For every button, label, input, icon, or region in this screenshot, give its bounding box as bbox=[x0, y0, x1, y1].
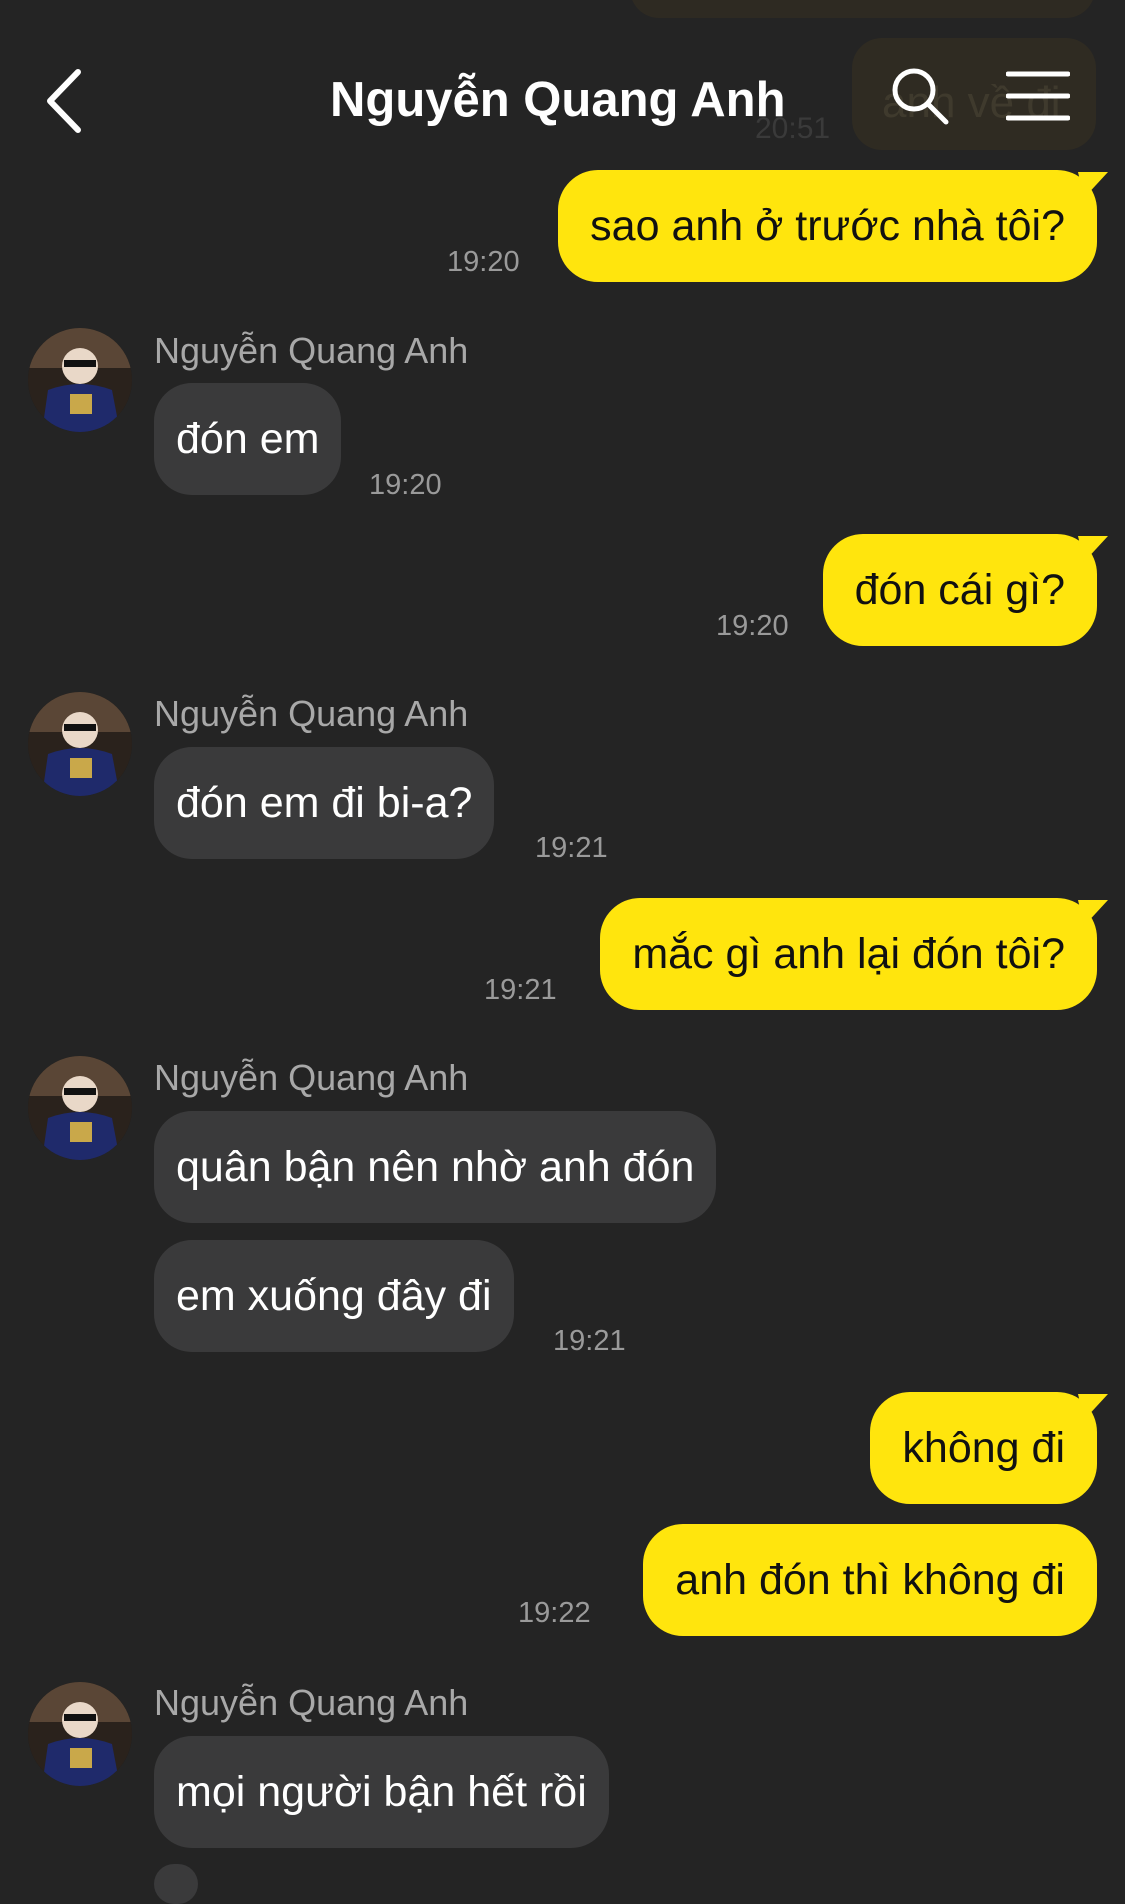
message-time: 19:21 bbox=[484, 974, 557, 1006]
search-icon bbox=[892, 68, 949, 125]
sender-name: Nguyễn Quang Anh bbox=[154, 330, 469, 371]
header-actions: anh về đi bbox=[852, 38, 1096, 150]
sender-name: Nguyễn Quang Anh bbox=[154, 1682, 469, 1723]
chevron-left-icon bbox=[47, 69, 81, 133]
sender-name: Nguyễn Quang Anh bbox=[154, 1057, 469, 1098]
message-time: 19:20 bbox=[716, 610, 789, 642]
avatar-image bbox=[28, 328, 132, 432]
sender-name: Nguyễn Quang Anh bbox=[154, 693, 469, 734]
incoming-message[interactable]: em xuống đây đi bbox=[154, 1240, 514, 1352]
message-time: 19:21 bbox=[553, 1325, 626, 1357]
back-button[interactable] bbox=[40, 66, 96, 136]
bubble-tail bbox=[1078, 172, 1108, 198]
message-time: 19:20 bbox=[369, 469, 442, 501]
message-time: 19:22 bbox=[518, 1597, 591, 1629]
incoming-message[interactable]: mọi người bận hết rồi bbox=[154, 1736, 609, 1848]
message-time: 19:21 bbox=[535, 832, 608, 864]
avatar[interactable] bbox=[28, 692, 132, 796]
chat-header: Nguyễn Quang Anh 20:51 anh về đi bbox=[0, 0, 1125, 160]
hidden-timestamp: 20:51 bbox=[755, 112, 831, 145]
avatar[interactable] bbox=[28, 1682, 132, 1786]
avatar-image bbox=[28, 1056, 132, 1160]
bubble-tail bbox=[1078, 900, 1108, 926]
outgoing-message[interactable]: không đi bbox=[870, 1392, 1097, 1504]
incoming-message-partial bbox=[154, 1864, 198, 1904]
bubble-tail bbox=[1078, 536, 1108, 562]
search-button[interactable] bbox=[888, 64, 952, 128]
outgoing-message[interactable]: anh đón thì không đi bbox=[643, 1524, 1097, 1636]
message-time: 19:20 bbox=[447, 246, 520, 278]
avatar-image bbox=[28, 1682, 132, 1786]
chat-title: Nguyễn Quang Anh bbox=[330, 73, 786, 127]
outgoing-message[interactable]: sao anh ở trước nhà tôi? bbox=[558, 170, 1097, 282]
incoming-message[interactable]: quân bận nên nhờ anh đón bbox=[154, 1111, 717, 1223]
incoming-message[interactable]: đón em đi bi-a? bbox=[154, 747, 495, 859]
menu-button[interactable] bbox=[1005, 68, 1071, 132]
avatar[interactable] bbox=[28, 328, 132, 432]
bubble-tail bbox=[1078, 1394, 1108, 1420]
avatar[interactable] bbox=[28, 1056, 132, 1160]
avatar-image bbox=[28, 692, 132, 796]
incoming-message[interactable]: đón em bbox=[154, 383, 342, 495]
menu-icon bbox=[1005, 71, 1071, 121]
outgoing-message[interactable]: mắc gì anh lại đón tôi? bbox=[600, 898, 1097, 1010]
outgoing-message[interactable]: đón cái gì? bbox=[822, 534, 1097, 646]
